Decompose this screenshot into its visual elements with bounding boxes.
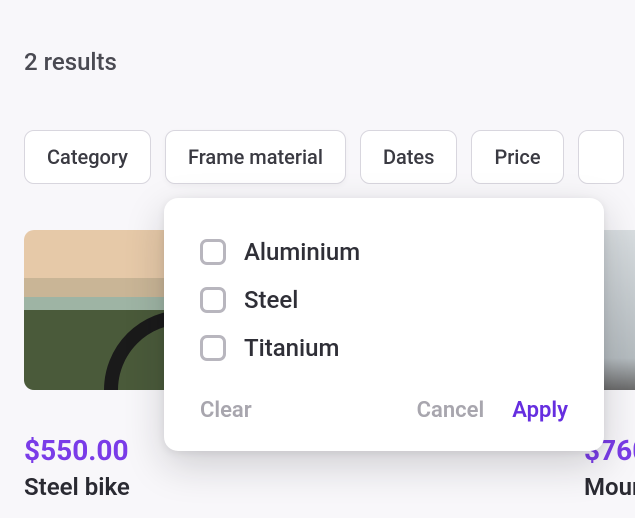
product-title: Mour xyxy=(584,473,635,501)
filter-chip-dates[interactable]: Dates xyxy=(360,130,458,184)
cancel-button[interactable]: Cancel xyxy=(417,398,485,423)
filter-chip-overflow[interactable] xyxy=(578,130,624,184)
filter-option-label: Aluminium xyxy=(244,238,360,266)
filter-option-aluminium[interactable]: Aluminium xyxy=(200,228,568,276)
filter-chip-category[interactable]: Category xyxy=(24,130,151,184)
filter-chip-frame-material[interactable]: Frame material xyxy=(165,130,346,184)
filter-option-titanium[interactable]: Titanium xyxy=(200,324,568,372)
apply-button[interactable]: Apply xyxy=(512,398,568,423)
checkbox-icon[interactable] xyxy=(200,335,226,361)
filter-chip-price[interactable]: Price xyxy=(471,130,563,184)
filter-option-steel[interactable]: Steel xyxy=(200,276,568,324)
clear-button[interactable]: Clear xyxy=(200,398,252,423)
filters-row: Category Frame material Dates Price xyxy=(24,130,624,184)
popover-actions: Clear Cancel Apply xyxy=(200,398,568,423)
frame-material-popover: Aluminium Steel Titanium Clear Cancel Ap… xyxy=(164,198,604,451)
results-count: 2 results xyxy=(24,48,117,76)
checkbox-icon[interactable] xyxy=(200,239,226,265)
filter-option-label: Steel xyxy=(244,286,298,314)
product-title: Steel bike xyxy=(24,473,564,501)
filter-option-label: Titanium xyxy=(244,334,339,362)
checkbox-icon[interactable] xyxy=(200,287,226,313)
